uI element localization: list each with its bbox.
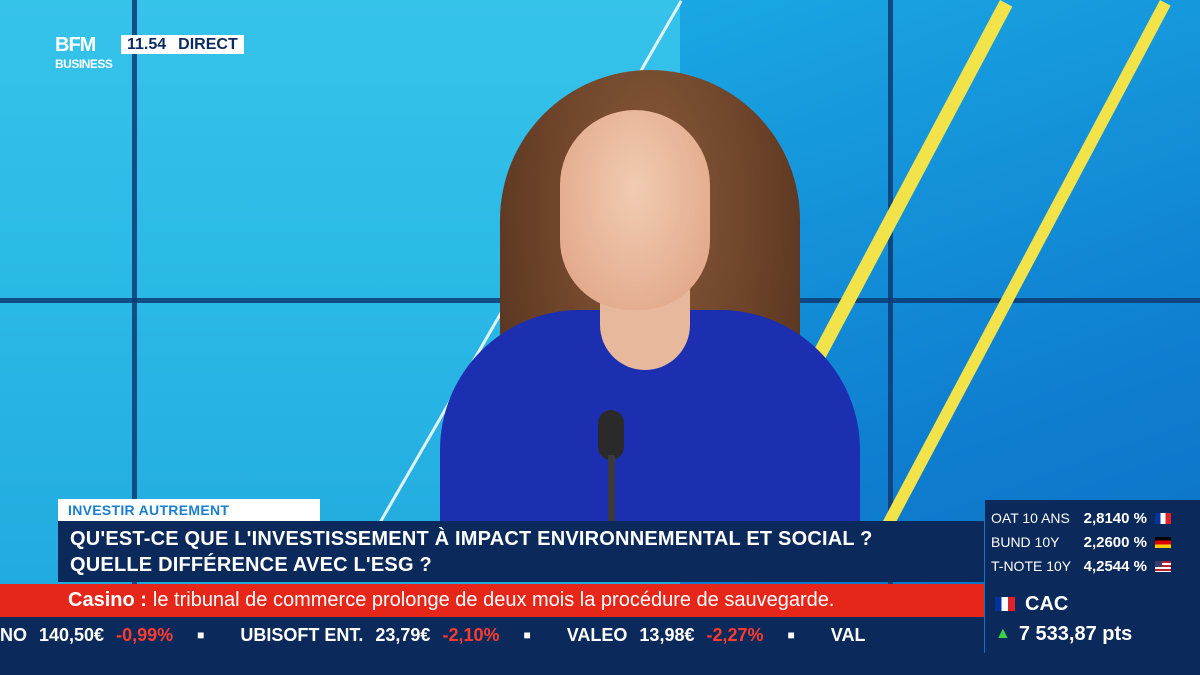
- clock-time: 11.54: [127, 35, 167, 53]
- rate-row: BUND 10Y 2,2600 %: [991, 530, 1194, 554]
- logo-bottom-text: BUSINESS: [55, 57, 113, 71]
- rate-name: OAT 10 ANS: [991, 510, 1070, 526]
- breaking-text: le tribunal de commerce prolonge de deux…: [152, 589, 835, 611]
- section-tag: INVESTIR AUTREMENT: [58, 499, 320, 521]
- presenter: [430, 70, 870, 540]
- ticker-name: VALEO: [566, 624, 628, 645]
- index-name: CAC: [1025, 592, 1069, 615]
- rate-row: T-NOTE 10Y 4,2544 %: [991, 554, 1194, 578]
- channel-logo: BFM BUSINESS: [55, 35, 117, 77]
- ticker-change: -2,10%: [442, 624, 500, 645]
- breaking-keyword: Casino :: [68, 589, 147, 611]
- microphone-icon: [598, 410, 624, 460]
- ticker-value: 140,50€: [39, 624, 105, 645]
- stock-ticker: NO 140,50€ -0,99% ■ UBISOFT ENT. 23,79€ …: [0, 617, 984, 653]
- ticker-separator-icon: ■: [787, 628, 795, 642]
- index-panel: CAC ▲ 7 533,87 pts: [985, 585, 1200, 653]
- headline-box: QU'EST-CE QUE L'INVESTISSEMENT À IMPACT …: [58, 521, 984, 582]
- headline-line-1: QU'EST-CE QUE L'INVESTISSEMENT À IMPACT …: [70, 528, 873, 550]
- logo-top-text: BFM: [55, 34, 96, 56]
- presenter-face: [560, 110, 710, 310]
- france-flag-icon: [1155, 512, 1171, 524]
- bond-rates-panel: OAT 10 ANS 2,8140 % BUND 10Y 2,2600 % T-…: [985, 500, 1200, 585]
- ticker-change: -2,27%: [706, 624, 764, 645]
- live-label: DIRECT: [178, 35, 238, 53]
- germany-flag-icon: [1155, 536, 1171, 548]
- ticker-name: NO: [0, 624, 27, 645]
- ticker-value: 23,79€: [375, 624, 431, 645]
- ticker-name: UBISOFT ENT.: [240, 624, 364, 645]
- index-value-row: ▲ 7 533,87 pts: [995, 619, 1190, 649]
- ticker-item: UBISOFT ENT. 23,79€ -2,10% ■: [240, 625, 566, 646]
- ticker-separator-icon: ■: [197, 628, 205, 642]
- ticker-item: VALEO 13,98€ -2,27% ■: [567, 625, 831, 646]
- rate-value: 2,8140 %: [1083, 509, 1147, 527]
- ticker-separator-icon: ■: [523, 628, 531, 642]
- ticker-item: VAL: [831, 625, 890, 646]
- france-flag-icon: [995, 597, 1015, 611]
- triangle-up-icon: ▲: [995, 625, 1011, 642]
- rate-value: 4,2544 %: [1083, 557, 1147, 575]
- rate-name: T-NOTE 10Y: [991, 558, 1072, 574]
- ticker-bottom-band: [0, 653, 1200, 675]
- headline-line-2: QUELLE DIFFÉRENCE AVEC L'ESG ?: [70, 554, 432, 576]
- ticker-change: -0,99%: [116, 624, 174, 645]
- ticker-value: 13,98€: [639, 624, 695, 645]
- usa-flag-icon: [1155, 560, 1171, 572]
- ticker-name: VAL: [830, 624, 866, 645]
- index-value: 7 533,87 pts: [1018, 622, 1133, 645]
- breaking-news-bar: Casino : le tribunal de commerce prolong…: [0, 584, 984, 617]
- index-header: CAC: [995, 589, 1190, 619]
- rate-row: OAT 10 ANS 2,8140 %: [991, 506, 1194, 530]
- clock-bar: 11.54 DIRECT: [121, 35, 244, 54]
- ticker-item: NO 140,50€ -0,99% ■: [0, 625, 240, 646]
- section-label: INVESTIR AUTREMENT: [68, 502, 230, 518]
- rate-name: BUND 10Y: [991, 534, 1060, 550]
- rate-value: 2,2600 %: [1083, 533, 1147, 551]
